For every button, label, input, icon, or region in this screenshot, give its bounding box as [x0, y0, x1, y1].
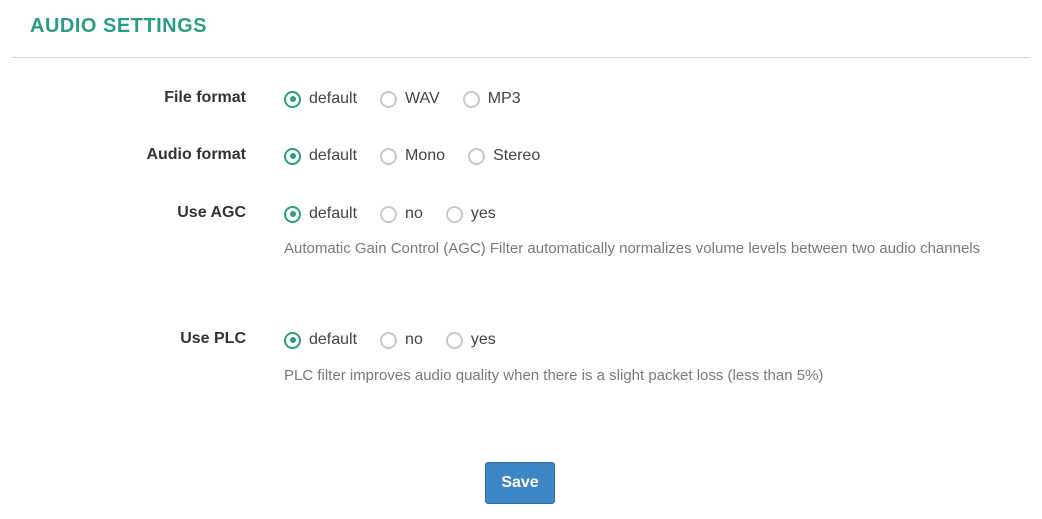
- use-plc-help-text: PLC filter improves audio quality when t…: [284, 367, 824, 384]
- divider: [11, 57, 1030, 58]
- file-format-option-default[interactable]: default: [284, 90, 357, 108]
- section-title: AUDIO SETTINGS: [30, 15, 208, 37]
- use-agc-option-no[interactable]: no: [380, 205, 423, 223]
- file-format-option-mp3[interactable]: MP3: [462, 90, 521, 108]
- radio-unselected-icon[interactable]: [445, 331, 463, 349]
- radio-selected-icon[interactable]: [284, 90, 301, 108]
- radio-selected-icon[interactable]: [284, 331, 301, 349]
- option-label: Stereo: [493, 147, 541, 164]
- radio-unselected-icon[interactable]: [462, 90, 480, 108]
- radio-unselected-icon[interactable]: [380, 147, 398, 165]
- option-label: yes: [470, 205, 496, 222]
- field-label-use-agc: Use AGC: [177, 204, 246, 221]
- audio-format-option-stereo[interactable]: Stereo: [468, 147, 540, 165]
- radio-unselected-icon[interactable]: [380, 331, 398, 349]
- audio-format-option-default[interactable]: default: [284, 147, 357, 165]
- use-plc-option-yes[interactable]: yes: [445, 331, 496, 349]
- field-label-file-format: File format: [164, 89, 246, 106]
- radio-unselected-icon[interactable]: [380, 90, 398, 108]
- option-label: Mono: [405, 147, 446, 164]
- option-label: default: [309, 90, 358, 107]
- option-label: MP3: [487, 90, 521, 107]
- use-plc-options: default no yes: [284, 331, 496, 349]
- field-label-audio-format: Audio format: [146, 146, 246, 163]
- option-label: no: [405, 205, 423, 222]
- use-agc-options: default no yes: [284, 205, 496, 223]
- save-button[interactable]: Save: [485, 462, 555, 504]
- option-label: default: [309, 331, 358, 348]
- option-label: default: [309, 205, 358, 222]
- option-label: default: [309, 147, 358, 164]
- radio-selected-icon[interactable]: [284, 205, 301, 223]
- option-label: WAV: [405, 90, 440, 107]
- radio-unselected-icon[interactable]: [468, 147, 486, 165]
- radio-unselected-icon[interactable]: [445, 205, 463, 223]
- use-agc-option-default[interactable]: default: [284, 205, 357, 223]
- audio-format-option-mono[interactable]: Mono: [380, 147, 445, 165]
- radio-selected-icon[interactable]: [284, 147, 301, 165]
- use-agc-option-yes[interactable]: yes: [445, 205, 496, 223]
- use-plc-option-no[interactable]: no: [380, 331, 423, 349]
- use-agc-help-text: Automatic Gain Control (AGC) Filter auto…: [284, 240, 981, 257]
- audio-format-options: default Mono Stereo: [284, 147, 540, 165]
- option-label: yes: [470, 331, 496, 348]
- file-format-options: default WAV MP3: [284, 90, 521, 108]
- file-format-option-wav[interactable]: WAV: [380, 90, 440, 108]
- radio-unselected-icon[interactable]: [380, 205, 398, 223]
- field-label-use-plc: Use PLC: [180, 330, 246, 347]
- use-plc-option-default[interactable]: default: [284, 331, 357, 349]
- option-label: no: [405, 331, 423, 348]
